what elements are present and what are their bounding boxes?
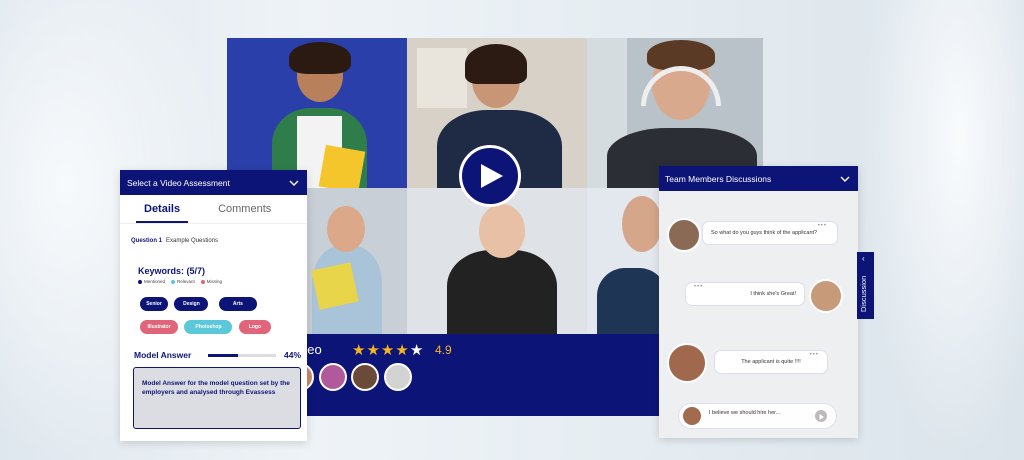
star-icon: ★ [366,342,381,359]
keyword-chip[interactable]: Illustrator [140,320,178,334]
background-blur [860,0,1024,460]
keyword-chip[interactable]: Logo [238,320,271,334]
chevron-down-icon [840,176,850,182]
keyword-chip[interactable]: Design [174,297,209,311]
keyword-chip[interactable]: Senior [140,297,168,311]
video-assessment-panel: Select a Video Assessment Details Commen… [120,170,307,441]
model-answer-text[interactable]: Model Answer for the model question set … [133,367,301,429]
chat-message: ••• The applicant is quite !!!! [715,351,827,373]
question-text: Example Questions [166,238,219,244]
star-empty-icon: ★ [409,342,425,359]
rating-value: 4.9 [435,343,452,357]
play-icon [481,164,503,188]
message-input-text: I believe we should hire her... [709,410,781,416]
legend-mentioned: Mentioned [138,279,165,284]
question-label: Question 1 [131,238,163,244]
star-icon: ★ [352,342,367,359]
tab-bar: Details Comments [120,201,307,224]
discussion-side-tab[interactable]: ‹ Discussion [857,252,874,319]
avatar[interactable] [351,363,379,391]
video-tile[interactable] [227,38,407,188]
tab-details[interactable]: Details [136,201,189,223]
assessment-select[interactable]: Select a Video Assessment [120,170,307,195]
send-button[interactable] [815,410,827,422]
model-answer-progress [208,353,276,357]
chevron-down-icon [289,180,299,186]
more-icon[interactable]: ••• [818,223,827,229]
discussion-panel: Team Members Discussions ••• So what do … [659,166,858,438]
keyword-chip[interactable]: Photoshop [184,320,233,334]
message-text: I think she's Great! [750,291,796,297]
message-text: So what do you guys think of the applica… [711,230,818,236]
avatar[interactable] [667,218,701,252]
tab-comments[interactable]: Comments [210,201,279,223]
star-icon: ★ [380,342,396,359]
play-button[interactable] [459,145,521,207]
question-line: Question 1 Example Questions [131,238,307,244]
avatar-placeholder[interactable] [384,363,412,391]
avatar[interactable] [667,343,707,383]
model-answer-row: Model Answer 44% [134,350,304,360]
star-rating[interactable]: ★★★★★ [352,341,424,359]
send-icon [819,414,824,420]
message-text: The applicant is quite !!!! [741,359,801,365]
keywords-title: Keywords: (5/7) [138,266,206,276]
chevron-left-icon: ‹ [862,254,865,263]
message-input[interactable]: I believe we should hire her... [679,404,836,428]
model-answer-percent: 44% [284,350,302,360]
assessment-select-label: Select a Video Assessment [127,177,230,188]
star-icon: ★ [395,342,410,359]
discussion-header[interactable]: Team Members Discussions [659,166,858,191]
chat-message: ••• I think she's Great! [686,283,804,305]
avatar[interactable] [319,363,347,391]
keyword-chips: Senior Design Arts Illustrator Photoshop… [140,292,300,338]
video-tile[interactable] [407,188,587,334]
avatar [683,407,701,425]
discussion-side-label: Discussion [859,275,868,312]
progress-fill [208,353,238,357]
model-answer-title: Model Answer [134,350,192,360]
more-icon[interactable]: ••• [694,284,703,290]
legend-missing: Missing [200,279,222,284]
chat-message: ••• So what do you guys think of the app… [703,222,837,244]
keyword-legend: Mentioned Relevant Missing [138,279,307,284]
keyword-chip[interactable]: Arts [218,297,257,311]
avatar[interactable] [809,279,843,313]
more-icon[interactable]: ••• [810,352,819,358]
discussion-title: Team Members Discussions [665,173,772,184]
legend-relevant: Relevant [171,279,195,284]
